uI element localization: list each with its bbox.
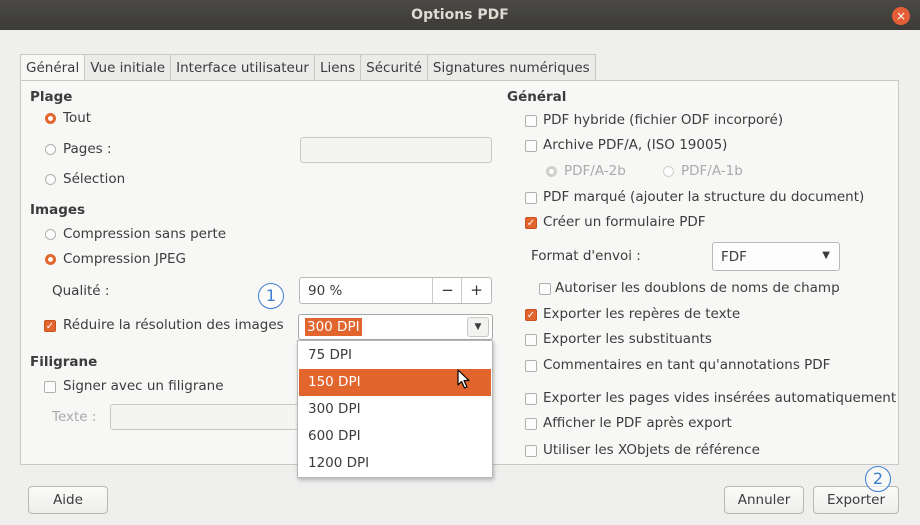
- comments-checkbox[interactable]: [525, 360, 537, 372]
- tab-bar: Général Vue initiale Interface utilisate…: [20, 54, 596, 82]
- minus-button[interactable]: −: [432, 278, 462, 303]
- annotation-badge-2: 2: [865, 466, 891, 492]
- plus-button[interactable]: +: [461, 278, 491, 303]
- empty-pages-label[interactable]: Exporter les pages vides insérées automa…: [543, 390, 896, 406]
- hybrid-checkbox[interactable]: [525, 115, 537, 127]
- tab-general[interactable]: Général: [20, 54, 86, 82]
- quality-value[interactable]: 90 %: [308, 283, 342, 299]
- tab-user-interface[interactable]: Interface utilisateur: [171, 54, 315, 81]
- watermark-label[interactable]: Signer avec un filigrane: [63, 378, 224, 394]
- empty-pages-checkbox[interactable]: [525, 393, 537, 405]
- radio-pages-label[interactable]: Pages :: [63, 141, 112, 157]
- resolution-dropdown[interactable]: 75 DPI 150 DPI 300 DPI 600 DPI 1200 DPI: [297, 340, 493, 478]
- mouse-pointer-icon: [457, 369, 470, 389]
- radio-pages[interactable]: [45, 144, 56, 155]
- images-heading: Images: [30, 202, 86, 218]
- create-form-checkbox[interactable]: ✓: [525, 217, 537, 229]
- radio-pdfa2b[interactable]: [546, 166, 557, 177]
- tab-links[interactable]: Liens: [314, 54, 362, 81]
- view-after-export-label[interactable]: Afficher le PDF après export: [543, 415, 732, 431]
- watermark-checkbox[interactable]: [44, 381, 56, 393]
- placeholders-checkbox[interactable]: [525, 334, 537, 346]
- pages-input[interactable]: [300, 137, 492, 163]
- help-button[interactable]: Aide: [28, 486, 108, 514]
- reduce-resolution-checkbox[interactable]: ✓: [44, 320, 56, 332]
- tagged-pdf-checkbox[interactable]: [525, 192, 537, 204]
- bookmarks-label[interactable]: Exporter les repères de texte: [543, 306, 740, 322]
- radio-pdfa1b-label[interactable]: PDF/A-1b: [681, 163, 743, 179]
- option-600-dpi[interactable]: 600 DPI: [299, 423, 491, 450]
- chevron-down-icon[interactable]: ▼: [467, 317, 489, 337]
- radio-jpeg[interactable]: [45, 254, 56, 265]
- tab-initial-view[interactable]: Vue initiale: [85, 54, 172, 81]
- option-300-dpi[interactable]: 300 DPI: [299, 396, 491, 423]
- resolution-value[interactable]: 300 DPI: [305, 318, 362, 336]
- general-heading: Général: [507, 89, 567, 105]
- quality-label: Qualité :: [52, 283, 110, 299]
- submit-format-label: Format d'envoi :: [531, 248, 641, 264]
- cancel-button[interactable]: Annuler: [724, 486, 804, 514]
- radio-pdfa2b-label[interactable]: PDF/A-2b: [564, 163, 626, 179]
- title-bar: Options PDF ×: [0, 0, 920, 30]
- bookmarks-checkbox[interactable]: ✓: [525, 309, 537, 321]
- radio-selection-label[interactable]: Sélection: [63, 171, 125, 187]
- hybrid-label[interactable]: PDF hybride (fichier ODF incorporé): [543, 112, 783, 128]
- radio-lossless[interactable]: [45, 229, 56, 240]
- create-form-label[interactable]: Créer un formulaire PDF: [543, 214, 706, 230]
- submit-format-value[interactable]: FDF: [721, 249, 747, 265]
- radio-lossless-label[interactable]: Compression sans perte: [63, 226, 226, 242]
- resolution-combobox[interactable]: 300 DPI ▼: [298, 314, 493, 340]
- close-icon[interactable]: ×: [892, 7, 910, 25]
- radio-pdfa1b[interactable]: [663, 166, 674, 177]
- annotation-badge-1: 1: [258, 283, 284, 309]
- tab-digital-signatures[interactable]: Signatures numériques: [427, 54, 596, 81]
- tab-security[interactable]: Sécurité: [361, 54, 428, 81]
- option-1200-dpi[interactable]: 1200 DPI: [299, 450, 491, 477]
- allow-duplicates-label[interactable]: Autoriser les doublons de noms de champ: [555, 280, 840, 296]
- xobjects-checkbox[interactable]: [525, 445, 537, 457]
- radio-jpeg-label[interactable]: Compression JPEG: [63, 251, 186, 267]
- watermark-text-label: Texte :: [52, 409, 97, 425]
- submit-format-select[interactable]: FDF ▼: [712, 242, 840, 271]
- option-75-dpi[interactable]: 75 DPI: [299, 342, 491, 369]
- quality-stepper[interactable]: 90 % − +: [299, 277, 492, 304]
- comments-label[interactable]: Commentaires en tant qu'annotations PDF: [543, 357, 830, 373]
- placeholders-label[interactable]: Exporter les substituants: [543, 331, 712, 347]
- radio-tout-label[interactable]: Tout: [63, 110, 91, 126]
- radio-tout[interactable]: [45, 113, 56, 124]
- archive-checkbox[interactable]: [525, 140, 537, 152]
- view-after-export-checkbox[interactable]: [525, 418, 537, 430]
- filigrane-heading: Filigrane: [30, 354, 98, 370]
- export-button[interactable]: Exporter: [813, 486, 899, 514]
- reduce-resolution-label[interactable]: Réduire la résolution des images: [63, 317, 284, 333]
- allow-duplicates-checkbox[interactable]: [539, 283, 551, 295]
- xobjects-label[interactable]: Utiliser les XObjets de référence: [543, 442, 760, 458]
- window-title: Options PDF: [411, 7, 509, 23]
- plage-heading: Plage: [30, 89, 73, 105]
- radio-selection[interactable]: [45, 174, 56, 185]
- watermark-text-input[interactable]: [110, 404, 300, 430]
- tagged-pdf-label[interactable]: PDF marqué (ajouter la structure du docu…: [543, 189, 864, 205]
- chevron-down-icon[interactable]: ▼: [822, 250, 830, 261]
- archive-label[interactable]: Archive PDF/A, (ISO 19005): [543, 137, 727, 153]
